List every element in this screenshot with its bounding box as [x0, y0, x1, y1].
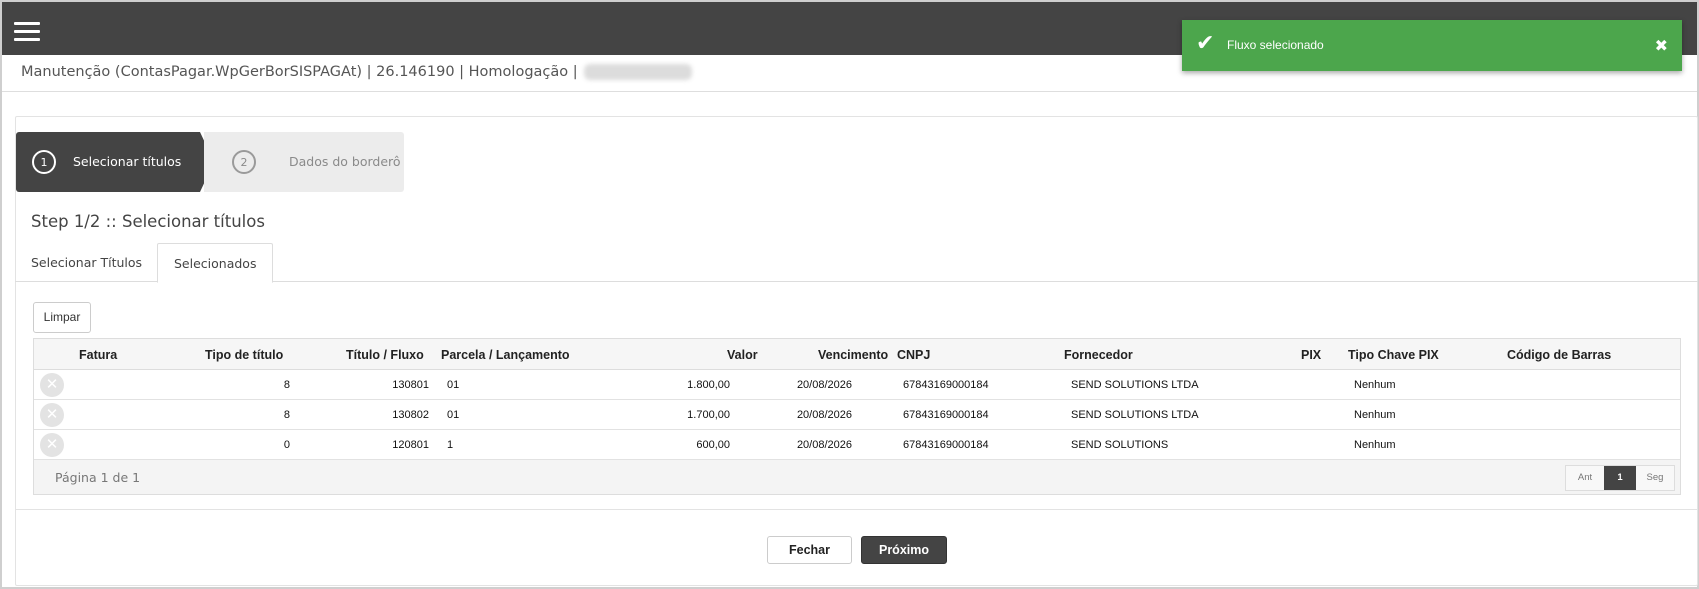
col-parcela[interactable]: Parcela / Lançamento	[441, 348, 570, 362]
limpar-button[interactable]: Limpar	[33, 302, 91, 333]
col-vencimento[interactable]: Vencimento	[818, 348, 888, 362]
table-row: ✕ 0 120801 1 600,00 20/08/2026 678431690…	[34, 430, 1680, 460]
step-number: 1	[32, 150, 56, 174]
remove-icon[interactable]: ✕	[40, 433, 64, 457]
pager-prev-button[interactable]: Ant	[1566, 466, 1604, 490]
redacted-user	[583, 64, 692, 80]
check-icon: ✔	[1196, 31, 1215, 56]
cell-tipo: 8	[283, 379, 290, 391]
cell-valor: 1.800,00	[687, 379, 730, 391]
step-label: Selecionar títulos	[73, 154, 182, 169]
cell-cnpj: 67843169000184	[903, 409, 989, 421]
cell-parcela: 1	[447, 439, 454, 451]
remove-icon[interactable]: ✕	[40, 403, 64, 427]
cell-valor: 1.700,00	[687, 409, 730, 421]
cell-fornecedor: SEND SOLUTIONS	[1071, 439, 1169, 451]
pager-page-button[interactable]: 1	[1604, 466, 1636, 490]
table-row: ✕ 8 130802 01 1.700,00 20/08/2026 678431…	[34, 400, 1680, 430]
page-title-text: Manutenção (ContasPagar.WpGerBorSISPAGAt…	[21, 64, 578, 80]
tab-bar: Selecionar Títulos Selecionados	[15, 243, 1698, 283]
col-fornecedor[interactable]: Fornecedor	[1064, 348, 1133, 362]
col-fatura[interactable]: Fatura	[79, 348, 117, 362]
toast-message: Fluxo selecionado	[1227, 38, 1324, 52]
cell-vencimento: 20/08/2026	[796, 379, 852, 391]
cell-valor: 600,00	[696, 439, 730, 451]
pager-buttons: Ant 1 Seg	[1565, 465, 1675, 491]
tab-selecionar-titulos[interactable]: Selecionar Títulos	[15, 243, 158, 282]
pager-info: Página 1 de 1	[55, 470, 141, 485]
cell-fornecedor: SEND SOLUTIONS LTDA	[1071, 379, 1199, 391]
cell-parcela: 01	[447, 379, 460, 391]
proximo-button[interactable]: Próximo	[861, 536, 947, 564]
wizard-step-2[interactable]: 2 Dados do borderô	[204, 132, 404, 192]
grid-header: Fatura Tipo de título Título / Fluxo Par…	[34, 339, 1680, 370]
cell-titulo: 120801	[392, 439, 429, 451]
toast-notification: ✔ Fluxo selecionado ✖	[1182, 20, 1682, 71]
col-pix[interactable]: PIX	[1301, 348, 1321, 362]
cell-cnpj: 67843169000184	[903, 439, 989, 451]
col-cnpj[interactable]: CNPJ	[897, 348, 930, 362]
step-number: 2	[232, 150, 256, 174]
cell-tipo: 0	[283, 439, 290, 451]
cell-tipo-chave: Nenhum	[1354, 379, 1396, 391]
selected-grid: Fatura Tipo de título Título / Fluxo Par…	[33, 338, 1681, 495]
wizard-step-1[interactable]: 1 Selecionar títulos	[16, 132, 214, 192]
cell-titulo: 130801	[392, 379, 429, 391]
menu-icon[interactable]	[14, 22, 40, 41]
cell-tipo-chave: Nenhum	[1354, 439, 1396, 451]
cell-parcela: 01	[447, 409, 460, 421]
pager-next-button[interactable]: Seg	[1636, 466, 1674, 490]
close-icon[interactable]: ✖	[1655, 36, 1668, 55]
fechar-button[interactable]: Fechar	[767, 536, 852, 564]
col-tipo-chave-pix[interactable]: Tipo Chave PIX	[1348, 348, 1439, 362]
col-tipo-titulo[interactable]: Tipo de título	[205, 348, 283, 362]
col-codigo-barras[interactable]: Código de Barras	[1507, 348, 1611, 362]
step-title: Step 1/2 :: Selecionar títulos	[31, 212, 265, 231]
cell-tipo: 8	[283, 409, 290, 421]
table-row: ✕ 8 130801 01 1.800,00 20/08/2026 678431…	[34, 370, 1680, 400]
cell-vencimento: 20/08/2026	[796, 409, 852, 421]
page-title: Manutenção (ContasPagar.WpGerBorSISPAGAt…	[21, 64, 692, 80]
cell-tipo-chave: Nenhum	[1354, 409, 1396, 421]
col-titulo-fluxo[interactable]: Título / Fluxo	[346, 348, 424, 362]
tab-selecionados[interactable]: Selecionados	[157, 243, 274, 283]
cell-cnpj: 67843169000184	[903, 379, 989, 391]
pager: Página 1 de 1 Ant 1 Seg	[34, 460, 1680, 494]
cell-vencimento: 20/08/2026	[796, 439, 852, 451]
step-label: Dados do borderô	[289, 154, 401, 169]
remove-icon[interactable]: ✕	[40, 373, 64, 397]
col-valor[interactable]: Valor	[727, 348, 758, 362]
cell-titulo: 130802	[392, 409, 429, 421]
cell-fornecedor: SEND SOLUTIONS LTDA	[1071, 409, 1199, 421]
